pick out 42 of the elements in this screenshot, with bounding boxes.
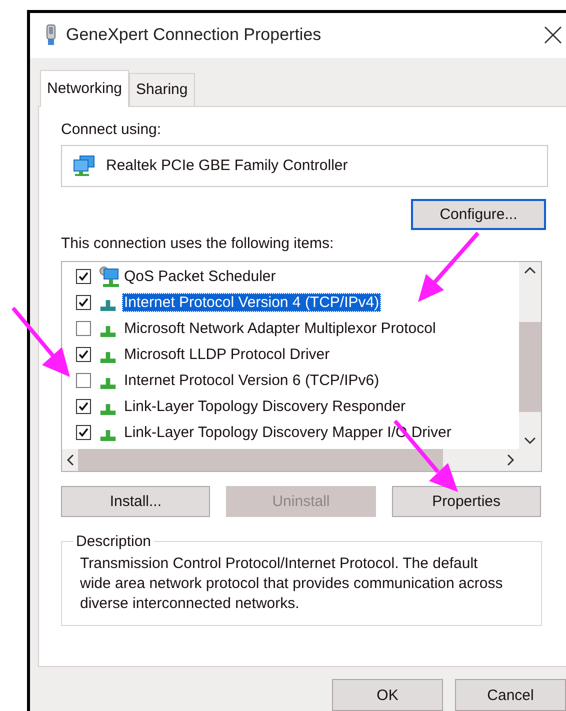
close-icon[interactable] <box>544 26 562 44</box>
scroll-up-icon[interactable] <box>524 266 536 274</box>
checkbox[interactable] <box>76 321 91 336</box>
scroll-down-icon[interactable] <box>524 436 536 445</box>
scroll-left-icon[interactable] <box>66 454 74 466</box>
protocol-icon <box>100 298 116 311</box>
list-item[interactable]: Internet Protocol Version 4 (TCP/IPv4) <box>122 293 382 312</box>
tab[interactable]: Networking <box>40 70 130 107</box>
adapter-name: Realtek PCIe GBE Family Controller <box>106 157 348 174</box>
items-label: This connection uses the following items: <box>61 234 335 252</box>
list-item[interactable]: Microsoft LLDP Protocol Driver <box>122 345 332 364</box>
checkbox[interactable] <box>76 373 91 388</box>
vertical-scrollbar[interactable] <box>519 262 541 449</box>
network-adapter-icon <box>72 154 96 177</box>
ok-button[interactable]: OK <box>332 679 443 711</box>
properties-button[interactable]: Properties <box>392 486 541 517</box>
description-title: Description <box>75 532 152 550</box>
protocol-icon <box>100 350 116 363</box>
connect-using-label: Connect using: <box>61 120 162 138</box>
checkbox[interactable] <box>76 295 91 310</box>
description-text: Transmission Control Protocol/Internet Protocol. The default wide area network protocol that provides communication across diverse interconnected networks. <box>80 554 504 614</box>
protocol-icon <box>100 376 116 389</box>
scroll-right-icon[interactable] <box>507 454 515 466</box>
tab[interactable]: Sharing <box>129 72 195 106</box>
list-item[interactable]: QoS Packet Scheduler <box>122 267 278 286</box>
checkbox[interactable] <box>76 425 91 440</box>
configure-button[interactable]: Configure... <box>411 198 546 230</box>
window-title: GeneXpert Connection Properties <box>66 25 322 46</box>
horizontal-scrollbar[interactable] <box>62 448 519 471</box>
install-button[interactable]: Install... <box>61 486 210 517</box>
protocol-icon <box>100 324 116 337</box>
list-item[interactable]: Link-Layer Topology Discovery Responder <box>122 397 408 416</box>
protocol-icon <box>100 402 116 415</box>
list-item[interactable]: Microsoft Network Adapter Multiplexor Protocol <box>122 319 438 338</box>
checkbox[interactable] <box>76 399 91 414</box>
checkbox[interactable] <box>76 347 91 362</box>
usb-device-icon <box>45 24 57 46</box>
protocol-icon <box>100 428 116 441</box>
cancel-button[interactable]: Cancel <box>455 679 566 711</box>
checkbox[interactable] <box>76 269 91 284</box>
list-item[interactable]: Internet Protocol Version 6 (TCP/IPv6) <box>122 371 382 390</box>
network-service-icon <box>99 266 119 288</box>
